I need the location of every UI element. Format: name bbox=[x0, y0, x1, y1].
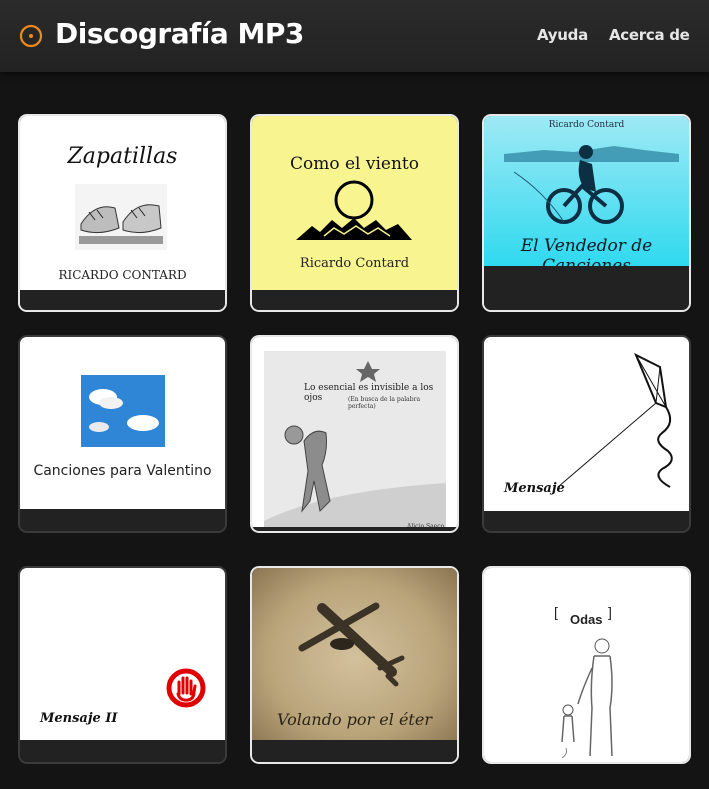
album-title: Volando por el éter bbox=[277, 710, 432, 729]
bracket-left: [ bbox=[554, 604, 558, 620]
nav-help-link[interactable]: Ayuda bbox=[537, 26, 588, 44]
circle-dot-icon bbox=[19, 24, 43, 48]
app-title: Discografía MP3 bbox=[55, 17, 304, 50]
album-title: Zapatillas bbox=[67, 144, 178, 169]
top-bar: Discografía MP3 Ayuda Acerca de bbox=[0, 0, 709, 72]
nav-about-link[interactable]: Acerca de bbox=[609, 26, 690, 44]
father-child-illustration bbox=[561, 638, 613, 759]
card-footer bbox=[20, 509, 225, 531]
card-footer bbox=[20, 740, 225, 762]
card-footer bbox=[484, 511, 689, 531]
album-year: 2007 bbox=[428, 531, 443, 533]
card-footer bbox=[484, 266, 689, 310]
album-cover: Ricardo Contard El Vendedor de Canciones bbox=[484, 116, 689, 276]
card-footer bbox=[252, 290, 457, 310]
album-subtitle: (En busca de la palabra perfecta) bbox=[348, 396, 421, 410]
album-title: Como el viento bbox=[289, 154, 420, 174]
album-cover: Mensaje II bbox=[20, 568, 225, 748]
album-cover: Canciones para Valentino bbox=[20, 337, 225, 515]
bracket-right: ] bbox=[608, 604, 612, 620]
album-card-mensaje[interactable]: Mensaje bbox=[482, 335, 691, 533]
album-cover: Zapatillas RICARDO CONTARD bbox=[20, 116, 225, 291]
album-card-zapatillas[interactable]: Zapatillas RICARDO CONTARD bbox=[18, 114, 227, 312]
album-title: Odas bbox=[570, 612, 603, 627]
album-cover: Lo esencial es invisible a los ojos (En … bbox=[252, 337, 457, 531]
album-title: Mensaje bbox=[504, 481, 565, 496]
album-cover: Como el viento Ricardo Contard bbox=[252, 116, 457, 291]
album-card-mensaje-ii[interactable]: Mensaje II bbox=[18, 566, 227, 764]
album-card-vendedor[interactable]: Ricardo Contard El Vendedor de Canciones bbox=[482, 114, 691, 312]
stop-hand-icon bbox=[166, 668, 206, 708]
album-card-como-el-viento[interactable]: Como el viento Ricardo Contard bbox=[250, 114, 459, 312]
album-artist: RICARDO CONTARD bbox=[58, 268, 187, 282]
album-cover: [ Odas ] bbox=[484, 568, 689, 762]
card-footer bbox=[252, 740, 457, 762]
sky-illustration bbox=[81, 375, 165, 447]
card-footer bbox=[252, 527, 457, 531]
cyclist-illustration bbox=[504, 145, 679, 224]
card-footer bbox=[20, 290, 225, 310]
album-artist: Ricardo Contard bbox=[548, 120, 625, 130]
album-artist: Ricardo Contard bbox=[299, 256, 410, 271]
album-card-valentino[interactable]: Canciones para Valentino bbox=[18, 335, 227, 533]
album-card-odas[interactable]: [ Odas ] bbox=[482, 566, 691, 764]
little-prince-illustration bbox=[264, 361, 446, 531]
album-cover: Mensaje bbox=[484, 337, 689, 517]
sun-mountains-illustration bbox=[296, 180, 412, 240]
album-cover: Volando por el éter bbox=[252, 568, 457, 748]
album-title: Mensaje II bbox=[40, 711, 118, 726]
album-title: Canciones para Valentino bbox=[33, 463, 212, 479]
seaplane-illustration bbox=[298, 602, 405, 687]
album-card-lo-esencial[interactable]: Lo esencial es invisible a los ojos (En … bbox=[250, 335, 459, 533]
album-card-volando[interactable]: Volando por el éter bbox=[250, 566, 459, 764]
sneakers-illustration bbox=[75, 184, 167, 250]
